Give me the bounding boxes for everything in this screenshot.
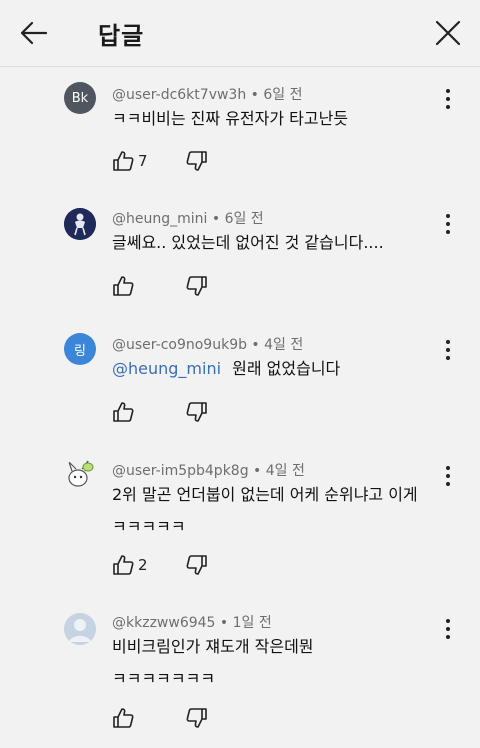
dislike-icon[interactable] <box>186 401 208 423</box>
more-options-icon[interactable] <box>440 339 456 361</box>
like-count: 7 <box>138 152 148 170</box>
comment-text: ㅋㅋ비비는 진짜 유전자가 타고난듯 <box>112 103 348 135</box>
comment-text: 글쎄요.. 있었는데 없어진 것 같습니다.... <box>112 227 384 259</box>
comment-author-time: @user-co9no9uk9b • 4일 전 <box>112 337 304 353</box>
comment-text-line: ㅋㅋㅋㅋㅋㅋㅋ <box>112 669 216 688</box>
close-icon[interactable] <box>434 18 462 48</box>
comment-text-line: ㅋㅋ비비는 진짜 유전자가 타고난듯 <box>112 109 349 128</box>
comment-text-line: ㅋㅋㅋㅋㅋ <box>112 517 186 536</box>
like-count: 2 <box>138 556 148 574</box>
like-icon[interactable] <box>112 275 134 297</box>
comment-text-line: 비비크림인가 쟤도개 작은데뭔 <box>112 637 314 656</box>
avatar[interactable] <box>64 613 96 645</box>
dislike-icon[interactable] <box>186 275 208 297</box>
avatar[interactable] <box>64 208 96 240</box>
dislike-icon[interactable] <box>186 554 208 576</box>
avatar-initials: Bk <box>71 90 89 106</box>
like-icon[interactable] <box>112 554 134 576</box>
like-icon[interactable] <box>112 401 134 423</box>
more-options-icon[interactable] <box>440 88 456 110</box>
more-options-icon[interactable] <box>440 465 456 487</box>
comment-text-line: 2위 말곤 언더붑이 없는데 어케 순위냐고 이게 <box>112 485 418 504</box>
cartoon-character-icon <box>68 460 94 487</box>
avatar[interactable] <box>64 458 96 490</box>
comment-author-time: @user-dc6kt7vw3h • 6일 전 <box>112 87 303 103</box>
comment-author-time: @heung_mini • 6일 전 <box>112 211 264 227</box>
mention-link[interactable]: @heung_mini <box>112 359 221 378</box>
comment-author-time: @kkzzww6945 • 1일 전 <box>112 615 272 631</box>
comment-text: 2위 말곤 언더붑이 없는데 어케 순위냐고 이게 ㅋㅋㅋㅋㅋ <box>112 479 418 543</box>
comment-text-line: 글쎄요.. 있었는데 없어진 것 같습니다.... <box>112 233 384 252</box>
top-app-bar: 답글 <box>0 0 480 67</box>
avatar[interactable]: 링 <box>64 333 96 365</box>
avatar[interactable]: Bk <box>64 82 96 114</box>
comment-text-line: 원래 없었습니다 <box>232 359 341 378</box>
dislike-icon[interactable] <box>186 707 208 729</box>
comment-text: 비비크림인가 쟤도개 작은데뭔 ㅋㅋㅋㅋㅋㅋㅋ <box>112 631 314 695</box>
more-options-icon[interactable] <box>440 213 456 235</box>
like-icon[interactable] <box>112 150 134 172</box>
default-profile-icon <box>64 613 96 645</box>
avatar-initials: 링 <box>74 343 86 359</box>
comment-text: @heung_mini 원래 없었습니다 <box>112 353 340 385</box>
more-options-icon[interactable] <box>440 618 456 640</box>
page-title: 답글 <box>98 22 145 50</box>
dislike-icon[interactable] <box>186 150 208 172</box>
back-arrow-icon[interactable] <box>18 18 48 48</box>
club-crest-icon <box>64 208 96 240</box>
comment-author-time: @user-im5pb4pk8g • 4일 전 <box>112 463 305 479</box>
like-icon[interactable] <box>112 707 134 729</box>
